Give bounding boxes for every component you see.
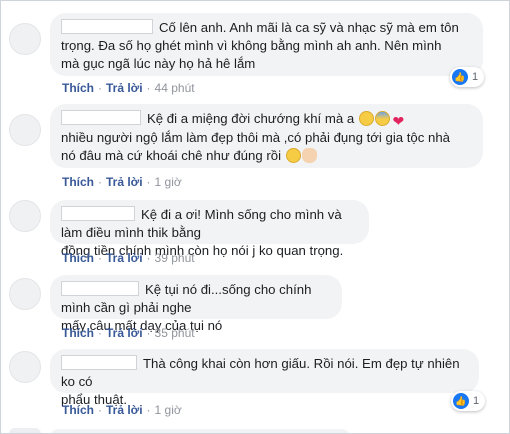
separator: ·	[98, 175, 102, 189]
comment-bubble: Kệ đi a ơi! Mình sống cho mình và làm đi…	[50, 200, 369, 258]
reply-button[interactable]: Trả lời	[106, 175, 143, 189]
avatar[interactable]	[9, 200, 41, 232]
reaction-count: 1	[472, 71, 479, 83]
like-button[interactable]: Thích	[62, 251, 94, 265]
comment-timestamp[interactable]: 1 giờ	[155, 403, 182, 417]
separator: ·	[98, 326, 102, 340]
separator: ·	[98, 403, 102, 417]
comment-text-line: mà gục ngã lúc này họ hả hê lắm	[61, 56, 256, 71]
comment-meta: Thích · Trả lời · 44 phút	[62, 81, 195, 95]
comment-text-line: Cố lên anh. Anh mãi là ca sỹ và nhạc sỹ …	[159, 20, 459, 35]
comment-bubble: Kệ tụi nó đi...sống cho chính mình cần g…	[50, 275, 342, 333]
comment-text-line: nó đâu mà cứ khoái chê như đúng rồi	[61, 148, 282, 163]
separator: ·	[146, 251, 151, 265]
comment-meta: Thích · Trả lời · 35 phút	[62, 326, 195, 340]
avatar[interactable]	[9, 278, 41, 310]
next-comment-avatar-partial	[9, 428, 41, 433]
comment-meta: Thích · Trả lời · 1 giờ	[62, 403, 182, 417]
comment-text-line: trọng. Đa số họ ghét mình vì không bằng …	[61, 38, 442, 53]
ok-hand-emoji	[301, 148, 317, 163]
separator: ·	[146, 326, 151, 340]
reply-button[interactable]: Trả lời	[106, 403, 143, 417]
comment-meta: Thích · Trả lời · 39 phút	[62, 251, 195, 265]
comment-timestamp[interactable]: 35 phút	[155, 326, 195, 340]
redacted-author-name[interactable]	[61, 206, 135, 221]
heart-emoji: ❤	[392, 113, 405, 129]
reaction-summary[interactable]: 👍 1	[450, 67, 485, 87]
comment-bubble: Kệ đi a miệng đời chướng khí mà a ❤ nhiề…	[50, 104, 483, 168]
next-comment-bubble-partial	[50, 429, 350, 433]
separator: ·	[146, 403, 151, 417]
comment-thread: Cố lên anh. Anh mãi là ca sỹ và nhạc sỹ …	[0, 0, 510, 434]
separator: ·	[98, 251, 102, 265]
like-button[interactable]: Thích	[62, 403, 94, 417]
comment-timestamp[interactable]: 1 giờ	[155, 175, 182, 189]
separator: ·	[98, 81, 102, 95]
comment-text-line: nhiều người ngộ lắm làm đẹp thôi mà ,có …	[61, 130, 451, 145]
reaction-summary[interactable]: 👍 1	[451, 391, 486, 411]
redacted-author-name[interactable]	[61, 355, 137, 370]
redacted-author-name[interactable]	[61, 110, 141, 125]
like-reaction-icon: 👍	[453, 393, 469, 409]
avatar[interactable]	[9, 114, 41, 146]
redacted-author-name[interactable]	[61, 281, 139, 296]
reply-button[interactable]: Trả lời	[106, 81, 143, 95]
comment-text-line: Kệ đi a miệng đời chướng khí mà a	[147, 111, 355, 126]
like-button[interactable]: Thích	[62, 81, 94, 95]
avatar[interactable]	[9, 351, 41, 383]
redacted-author-name[interactable]	[61, 19, 153, 34]
reaction-count: 1	[473, 395, 480, 407]
comment-timestamp[interactable]: 39 phút	[155, 251, 195, 265]
comment-timestamp[interactable]: 44 phút	[155, 81, 195, 95]
like-reaction-icon: 👍	[452, 69, 468, 85]
separator: ·	[146, 81, 151, 95]
grimace-face-emoji	[285, 148, 301, 163]
reply-button[interactable]: Trả lời	[106, 251, 143, 265]
like-button[interactable]: Thích	[62, 326, 94, 340]
like-button[interactable]: Thích	[62, 175, 94, 189]
fearful-face-emoji	[374, 111, 390, 126]
reply-button[interactable]: Trả lời	[106, 326, 143, 340]
sad-face-emoji	[358, 111, 374, 126]
comment-bubble: Thà công khai còn hơn giấu. Rồi nói. Em …	[50, 349, 479, 407]
separator: ·	[146, 175, 151, 189]
comment-bubble: Cố lên anh. Anh mãi là ca sỹ và nhạc sỹ …	[50, 13, 483, 76]
avatar[interactable]	[9, 23, 41, 55]
comment-meta: Thích · Trả lời · 1 giờ	[62, 175, 182, 189]
